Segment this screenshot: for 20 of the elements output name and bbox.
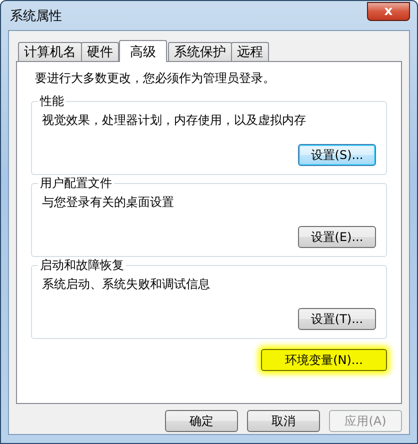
group-title: 性能 bbox=[38, 93, 66, 110]
tab[interactable]: 计算机名 bbox=[18, 42, 82, 61]
dialog-button[interactable]: 确定 bbox=[165, 410, 238, 432]
tab[interactable]: 硬件 bbox=[81, 42, 119, 61]
close-button[interactable]: x bbox=[367, 2, 410, 21]
group-description: 系统启动、系统失败和调试信息 bbox=[42, 276, 211, 293]
group-description: 与您登录有关的桌面设置 bbox=[42, 194, 175, 211]
settings-button[interactable]: 设置(T)... bbox=[298, 308, 376, 330]
settings-button[interactable]: 设置(S)... bbox=[298, 144, 376, 166]
group-description: 视觉效果，处理器计划，内存使用，以及虚拟内存 bbox=[42, 112, 307, 129]
settings-button[interactable]: 设置(E)... bbox=[298, 226, 376, 248]
dialog-button[interactable]: 取消 bbox=[247, 410, 320, 432]
tab[interactable]: 远程 bbox=[231, 42, 269, 61]
window-title: 系统属性 bbox=[9, 8, 62, 24]
tab[interactable]: 系统保护 bbox=[168, 42, 232, 61]
environment-variables-button[interactable]: 环境变量(N)... bbox=[261, 349, 387, 371]
tab[interactable]: 高级 bbox=[119, 40, 167, 62]
group-title: 用户配置文件 bbox=[38, 175, 114, 192]
admin-notice: 要进行大多数更改，您必须作为管理员登录。 bbox=[35, 70, 276, 87]
group-title: 启动和故障恢复 bbox=[38, 257, 126, 274]
